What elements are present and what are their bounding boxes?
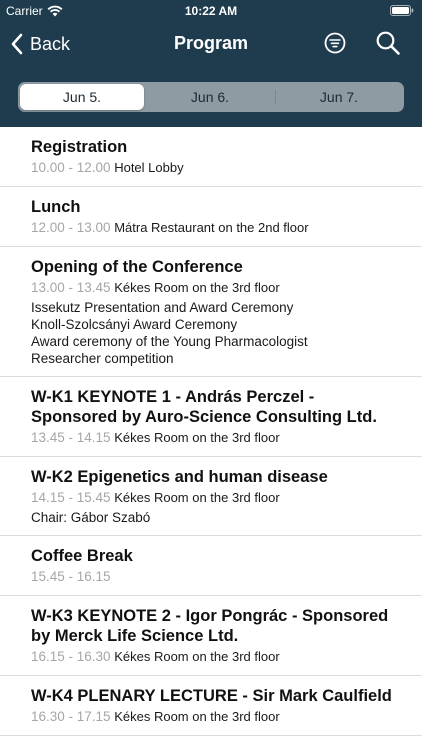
list-item[interactable]: Coffee Break 15.45 - 16.15	[0, 536, 422, 596]
list-item[interactable]: Opening of the Conference 13.00 - 13.45 …	[0, 247, 422, 377]
session-location: Kékes Room on the 3rd floor	[114, 649, 280, 664]
session-time: 16.30 - 17.15	[31, 709, 111, 724]
session-location: Mátra Restaurant on the 2nd floor	[114, 220, 309, 235]
list-item[interactable]: W-K3 KEYNOTE 2 - Igor Pongrác - Sponsore…	[0, 596, 422, 676]
navigation-bar: Back Program	[0, 22, 422, 66]
session-title: W-K4 PLENARY LECTURE - Sir Mark Caulfiel…	[31, 687, 392, 705]
session-meta: 16.30 - 17.15 Kékes Room on the 3rd floo…	[31, 707, 404, 726]
session-detail: Researcher competition	[31, 351, 174, 366]
search-icon[interactable]	[375, 30, 401, 56]
session-location: Kékes Room on the 3rd floor	[114, 430, 280, 445]
session-title: Lunch	[31, 198, 81, 216]
battery-icon	[390, 5, 414, 16]
page-title: Program	[173, 33, 249, 53]
session-title: Coffee Break	[31, 547, 133, 565]
list-item[interactable]: W-K2 Epigenetics and human disease 14.15…	[0, 457, 422, 536]
list-item[interactable]: W-K1 KEYNOTE 1 - András Perczel - Sponso…	[0, 377, 422, 457]
status-bar: Carrier 10:22 AM	[0, 0, 422, 22]
tab-jun-6[interactable]: Jun 6.	[146, 84, 274, 110]
session-time: 16.15 - 16.30	[31, 649, 111, 664]
session-time: 12.00 - 13.00	[31, 220, 111, 235]
filter-icon[interactable]	[323, 31, 347, 55]
session-location: Kékes Room on the 3rd floor	[114, 709, 280, 724]
status-time: 10:22 AM	[184, 4, 238, 18]
session-time: 10.00 - 12.00	[31, 160, 111, 175]
session-meta: 16.15 - 16.30 Kékes Room on the 3rd floo…	[31, 647, 404, 666]
session-detail: Award ceremony of the Young Pharmacologi…	[31, 334, 308, 349]
list-item[interactable]: Registration 10.00 - 12.00 Hotel Lobby	[0, 127, 422, 187]
program-list: Registration 10.00 - 12.00 Hotel Lobby L…	[0, 127, 422, 750]
session-detail: Knoll-Szolcsányi Award Ceremony	[31, 317, 238, 332]
session-meta: 15.45 - 16.15	[31, 567, 404, 586]
session-time: 13.45 - 14.15	[31, 430, 111, 445]
session-time: 15.45 - 16.15	[31, 569, 111, 584]
tab-jun-5[interactable]: Jun 5.	[20, 84, 144, 110]
date-segmented-control: Jun 5. Jun 6. Jun 7.	[18, 82, 404, 112]
header: Carrier 10:22 AM Back Program Jun 5. Jun…	[0, 0, 422, 127]
session-meta: 12.00 - 13.00 Mátra Restaurant on the 2n…	[31, 218, 404, 237]
session-title: W-K1 KEYNOTE 1 - András Perczel - Sponso…	[31, 388, 377, 426]
list-item[interactable]: Lunch 12.00 - 13.00 Mátra Restaurant on …	[0, 187, 422, 247]
tab-jun-7[interactable]: Jun 7.	[276, 84, 402, 110]
session-detail: Issekutz Presentation and Award Ceremony	[31, 300, 294, 315]
session-title: W-K3 KEYNOTE 2 - Igor Pongrác - Sponsore…	[31, 607, 389, 645]
session-title: W-K2 Epigenetics and human disease	[31, 468, 328, 486]
session-meta: 10.00 - 12.00 Hotel Lobby	[31, 158, 404, 177]
session-chair: Chair: Gábor Szabó	[31, 510, 151, 525]
session-location: Hotel Lobby	[114, 160, 184, 175]
session-title: Opening of the Conference	[31, 258, 243, 276]
session-location: Kékes Room on the 3rd floor	[114, 280, 280, 295]
session-meta: 14.15 - 15.45 Kékes Room on the 3rd floo…	[31, 488, 404, 507]
session-meta: 13.00 - 13.45 Kékes Room on the 3rd floo…	[31, 278, 404, 297]
list-item[interactable]: W-K4 PLENARY LECTURE - Sir Mark Caulfiel…	[0, 676, 422, 736]
session-location: Kékes Room on the 3rd floor	[114, 490, 280, 505]
session-time: 13.00 - 13.45	[31, 280, 111, 295]
session-title: Registration	[31, 138, 128, 156]
session-meta: 13.45 - 14.15 Kékes Room on the 3rd floo…	[31, 428, 404, 447]
session-time: 14.15 - 15.45	[31, 490, 111, 505]
